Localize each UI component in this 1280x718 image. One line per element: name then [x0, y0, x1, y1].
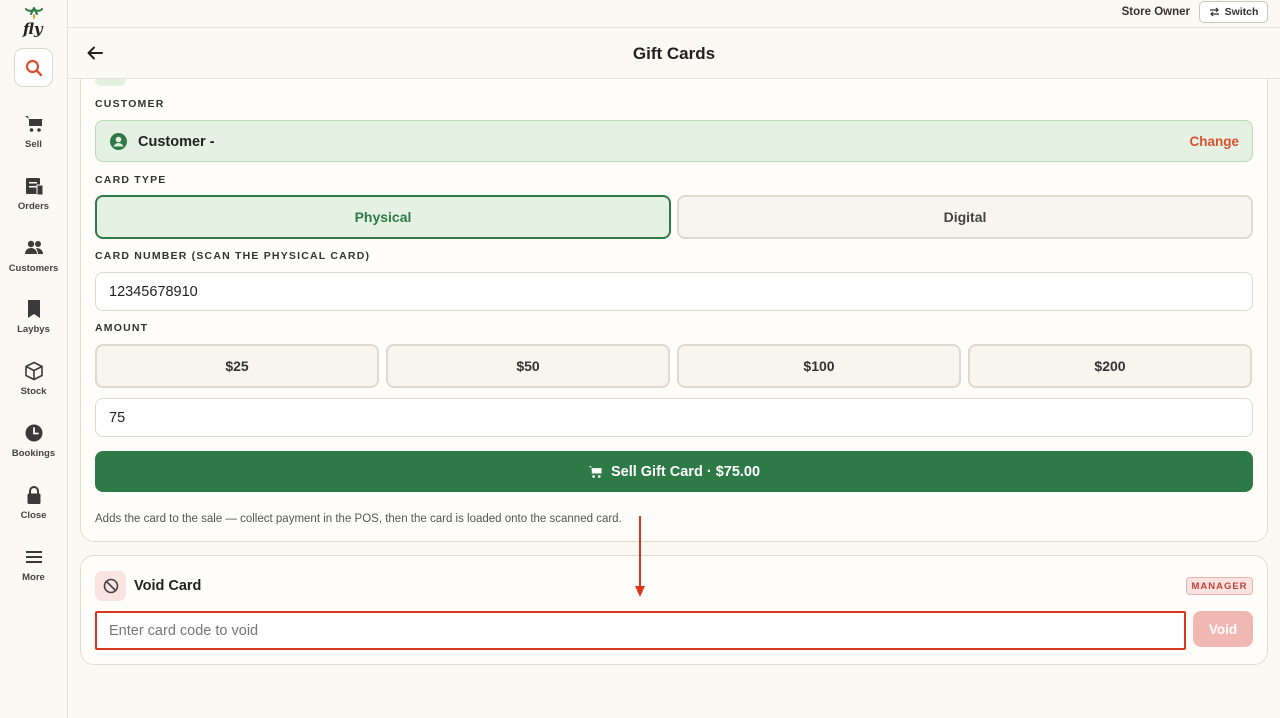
sidebar-item-label: Orders: [17, 201, 50, 212]
void-button[interactable]: Void: [1193, 611, 1253, 647]
fly-logo[interactable]: fly: [20, 6, 48, 40]
page-header: Gift Cards: [68, 28, 1280, 79]
sidebar-item-label: Close: [20, 510, 47, 521]
card-type-label: CARD TYPE: [95, 174, 167, 186]
sell-button-label: Sell Gift Card · $75.00: [610, 463, 761, 480]
amount-25-button[interactable]: $25: [95, 344, 379, 388]
switch-label: Switch: [1224, 6, 1259, 18]
sidebar-item-label: Stock: [20, 386, 47, 397]
user-circle-icon: [110, 133, 127, 150]
sidebar-item-close[interactable]: Close: [0, 485, 67, 535]
box-icon: [24, 361, 43, 381]
sidebar: fly Sell Orders Customers Laybys Stock B…: [0, 0, 68, 718]
sidebar-item-more[interactable]: More: [0, 547, 67, 597]
sell-gift-card-button[interactable]: Sell Gift Card · $75.00: [95, 451, 1253, 492]
sidebar-item-label: More: [22, 572, 45, 583]
void-card-title: Void Card: [134, 578, 202, 594]
change-customer-link[interactable]: Change: [1189, 134, 1239, 149]
bookmark-icon: [27, 300, 40, 318]
sidebar-item-label: Laybys: [17, 324, 50, 335]
top-bar: Store Owner Switch: [68, 0, 1280, 28]
physical-option[interactable]: Physical: [95, 195, 671, 239]
customer-name: Customer -: [138, 134, 215, 150]
sidebar-item-stock[interactable]: Stock: [0, 361, 67, 411]
search-icon: [25, 59, 42, 76]
annotation-arrow-icon: [635, 516, 645, 597]
sell-hint-text: Adds the card to the sale — collect paym…: [95, 513, 622, 525]
amount-200-button[interactable]: $200: [968, 344, 1252, 388]
search-button[interactable]: [14, 48, 53, 87]
sidebar-item-label: Bookings: [11, 448, 56, 459]
cart-icon: [24, 116, 42, 132]
sidebar-item-label: Customers: [8, 263, 59, 274]
manager-badge: MANAGER: [1186, 577, 1253, 595]
sidebar-item-label: Sell: [25, 139, 42, 150]
amount-100-button[interactable]: $100: [677, 344, 961, 388]
sidebar-item-customers[interactable]: Customers: [0, 238, 67, 288]
page-title: Gift Cards: [632, 44, 716, 63]
prohibited-icon: [103, 578, 118, 594]
card-number-label: CARD NUMBER (SCAN THE PHYSICAL CARD): [95, 250, 371, 262]
custom-amount-input[interactable]: 75: [95, 398, 1253, 437]
void-card-input[interactable]: Enter card code to void: [95, 611, 1186, 650]
sidebar-item-bookings[interactable]: Bookings: [0, 423, 67, 473]
amount-50-button[interactable]: $50: [386, 344, 670, 388]
customer-selector[interactable]: Customer - Change: [95, 120, 1253, 162]
user-role: Store Owner: [1121, 6, 1190, 18]
amount-label: AMOUNT: [95, 322, 149, 334]
sidebar-item-laybys[interactable]: Laybys: [0, 299, 67, 349]
logo-text: fly: [23, 20, 43, 38]
customer-label: CUSTOMER: [95, 98, 165, 110]
digital-option[interactable]: Digital: [677, 195, 1253, 239]
void-icon-box: [95, 571, 126, 601]
menu-icon: [25, 551, 42, 563]
card-number-input[interactable]: 12345678910: [95, 272, 1253, 311]
sidebar-item-orders[interactable]: Orders: [0, 176, 67, 226]
orders-icon: [25, 178, 43, 196]
clock-icon: [25, 424, 42, 442]
sidebar-item-sell[interactable]: Sell: [0, 114, 67, 164]
swap-icon: [1209, 7, 1219, 17]
switch-button[interactable]: Switch: [1199, 1, 1268, 23]
cart-icon: [588, 465, 602, 478]
lock-icon: [27, 486, 40, 504]
customers-icon: [24, 240, 43, 254]
